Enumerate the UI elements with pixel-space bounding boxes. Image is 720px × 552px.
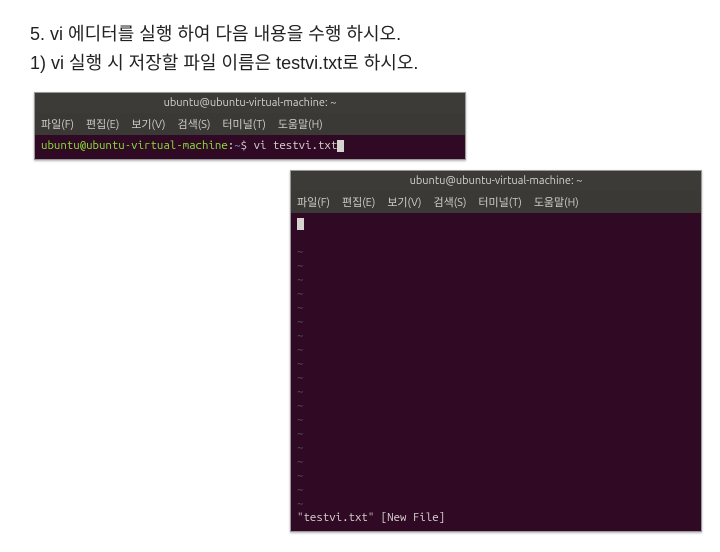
vi-status-line: "testvi.txt" [New File] bbox=[297, 511, 445, 524]
menu-file[interactable]: 파일(F) bbox=[297, 194, 330, 210]
terminal1-body[interactable]: ubuntu@ubuntu-virtual-machine:~$ vi test… bbox=[35, 135, 465, 159]
menu-edit[interactable]: 편집(E) bbox=[86, 116, 119, 132]
typed-command: vi testvi.txt bbox=[254, 139, 338, 152]
menu-terminal[interactable]: 터미널(T) bbox=[478, 194, 521, 210]
terminal1-menubar: 파일(F) 편집(E) 보기(V) 검색(S) 터미널(T) 도움말(H) bbox=[35, 113, 465, 135]
terminal2-body[interactable]: ~ ~ ~ ~ ~ ~ ~ ~ ~ ~ ~ ~ ~ ~ ~ ~ ~ ~ ~ "t… bbox=[291, 213, 701, 531]
menu-search[interactable]: 검색(S) bbox=[433, 194, 466, 210]
menu-help[interactable]: 도움말(H) bbox=[278, 116, 323, 132]
vi-empty-line-tildes: ~ ~ ~ ~ ~ ~ ~ ~ ~ ~ ~ ~ ~ ~ ~ ~ ~ ~ ~ bbox=[297, 245, 303, 510]
terminal2-menubar: 파일(F) 편집(E) 보기(V) 검색(S) 터미널(T) 도움말(H) bbox=[291, 191, 701, 213]
menu-file[interactable]: 파일(F) bbox=[41, 116, 74, 132]
terminal1-titlebar: ubuntu@ubuntu-virtual-machine: ~ bbox=[35, 93, 465, 113]
menu-help[interactable]: 도움말(H) bbox=[534, 194, 579, 210]
vi-cursor-icon bbox=[297, 218, 304, 230]
instruction-line-2: 1) vi 실행 시 저장할 파일 이름은 testvi.txt로 하시오. bbox=[30, 49, 690, 78]
menu-terminal[interactable]: 터미널(T) bbox=[222, 116, 265, 132]
prompt-dollar: $ bbox=[241, 139, 254, 152]
instruction-block: 5. vi 에디터를 실행 하여 다음 내용을 수행 하시오. 1) vi 실행… bbox=[30, 20, 690, 78]
prompt-user: ubuntu@ubuntu-virtual-machine bbox=[41, 139, 228, 152]
menu-edit[interactable]: 편집(E) bbox=[342, 194, 375, 210]
instruction-line-1: 5. vi 에디터를 실행 하여 다음 내용을 수행 하시오. bbox=[30, 20, 690, 49]
terminal-window-command: ubuntu@ubuntu-virtual-machine: ~ 파일(F) 편… bbox=[34, 92, 466, 160]
terminal-window-vi: ubuntu@ubuntu-virtual-machine: ~ 파일(F) 편… bbox=[290, 170, 702, 532]
terminal2-titlebar: ubuntu@ubuntu-virtual-machine: ~ bbox=[291, 171, 701, 191]
menu-view[interactable]: 보기(V) bbox=[131, 116, 165, 132]
cursor-icon bbox=[337, 140, 344, 152]
menu-search[interactable]: 검색(S) bbox=[177, 116, 210, 132]
menu-view[interactable]: 보기(V) bbox=[387, 194, 421, 210]
